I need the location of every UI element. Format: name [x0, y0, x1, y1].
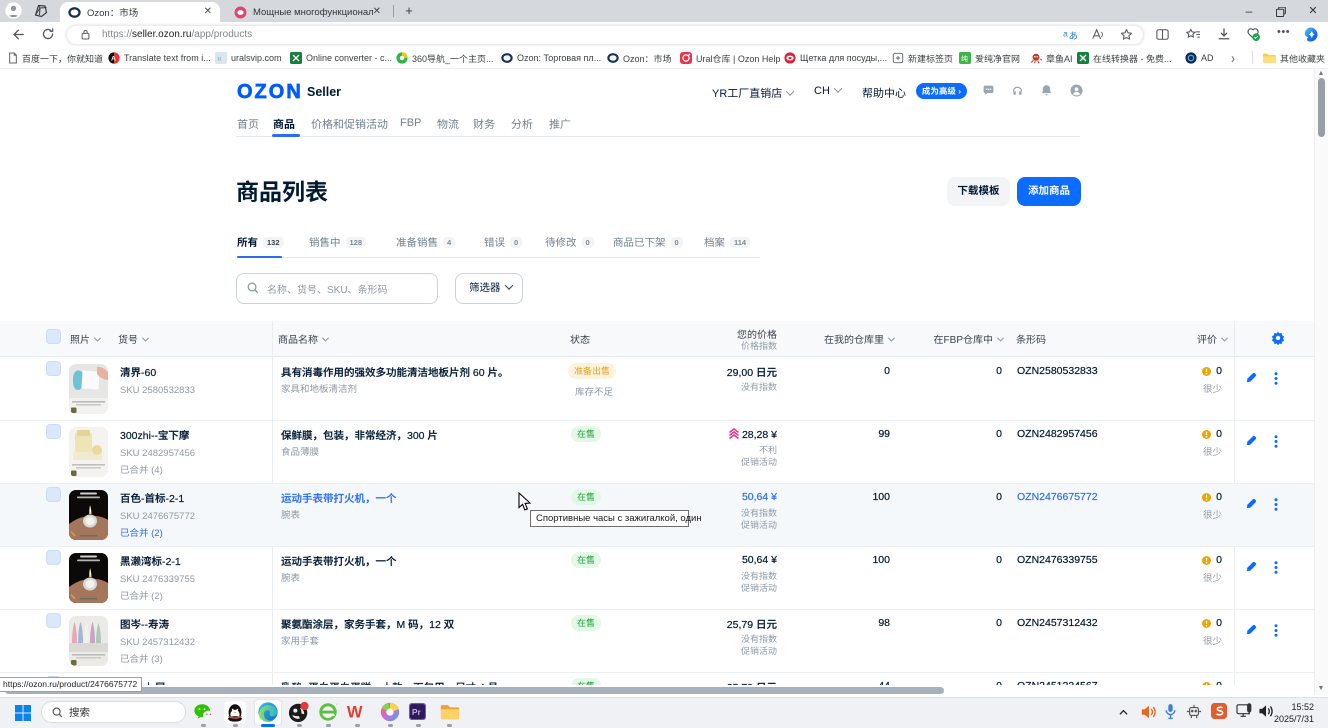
svg-text:W: W: [347, 704, 363, 722]
svg-text:A: A: [111, 56, 116, 63]
svg-text:あ: あ: [1069, 28, 1078, 41]
svg-text:a: a: [1063, 28, 1068, 38]
svg-text:Pr: Pr: [412, 707, 422, 717]
svg-text:纯: 纯: [961, 53, 968, 63]
svg-text:u: u: [218, 57, 221, 63]
